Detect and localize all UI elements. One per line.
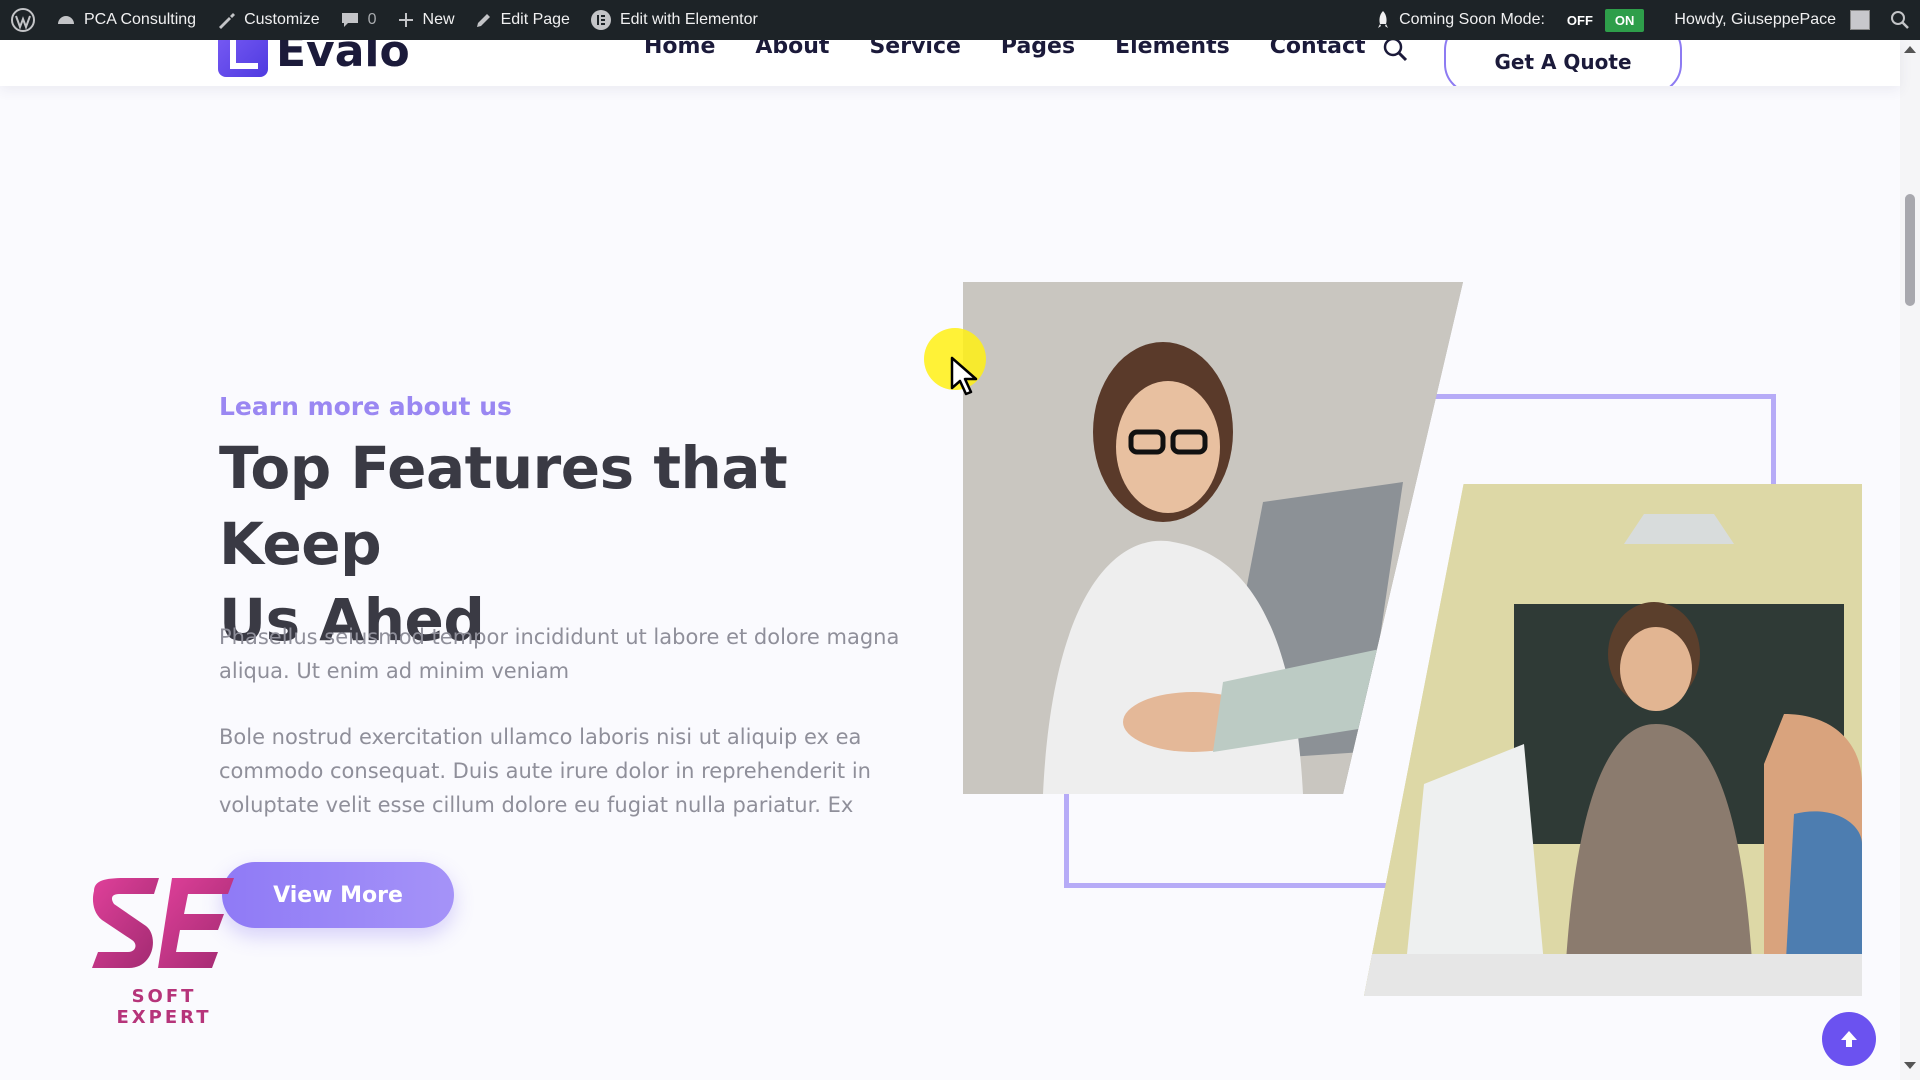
get-quote-button[interactable]: Get A Quote — [1444, 40, 1682, 86]
nav-home[interactable]: Home — [644, 40, 715, 59]
site-logo[interactable]: Evalo — [218, 40, 410, 77]
nav-contact[interactable]: Contact — [1270, 40, 1366, 59]
site-name-label: PCA Consulting — [84, 11, 197, 28]
dashboard-icon — [58, 16, 74, 24]
admin-search[interactable] — [1880, 0, 1920, 40]
scroll-thumb[interactable] — [1905, 194, 1915, 306]
rocket-icon — [1378, 11, 1389, 28]
howdy-label: Howdy, GiuseppePace — [1674, 11, 1836, 28]
scroll-down-arrow[interactable] — [1904, 1062, 1916, 1069]
logo-text: Evalo — [276, 40, 410, 77]
body-paragraph: Bole nostrud exercitation ullamco labori… — [219, 725, 871, 817]
site-header: Evalo Home About Service Pages Elements … — [0, 40, 1900, 86]
coming-soon-label: Coming Soon Mode: — [1399, 11, 1545, 28]
scroll-up-arrow[interactable] — [1904, 46, 1916, 53]
mouse-cursor-icon — [950, 356, 978, 396]
comment-icon — [341, 13, 358, 27]
section-eyebrow: Learn more about us — [219, 392, 512, 421]
edit-elementor-link[interactable]: Edit with Elementor — [580, 0, 768, 40]
account-menu[interactable]: Howdy, GiuseppePace — [1664, 0, 1880, 40]
nav-about[interactable]: About — [755, 40, 829, 59]
search-icon — [1383, 40, 1408, 62]
toggle-on[interactable]: ON — [1604, 8, 1645, 32]
soft-expert-logo-icon — [92, 878, 234, 968]
edit-page-label: Edit Page — [500, 11, 570, 28]
watermark-text: SOFT EXPERT — [116, 986, 212, 1028]
customize-link[interactable]: Customize — [206, 0, 330, 40]
site-name-link[interactable]: PCA Consulting — [46, 0, 206, 40]
page-scrollbar[interactable] — [1900, 40, 1920, 1080]
logo-mark — [218, 40, 268, 77]
wordpress-icon — [11, 8, 35, 32]
search-icon — [1891, 11, 1909, 29]
wordpress-menu[interactable] — [0, 0, 46, 40]
view-more-label: View More — [273, 882, 403, 908]
arrow-up-icon — [1841, 1031, 1857, 1047]
nav-pages[interactable]: Pages — [1001, 40, 1075, 59]
coming-soon-mode[interactable]: Coming Soon Mode: OFF ON — [1365, 0, 1654, 40]
plus-icon — [398, 13, 413, 27]
wp-admin-bar: PCA Consulting Customize 0 New Edit Page… — [0, 0, 1920, 40]
soft-expert-watermark: SOFT EXPERT — [84, 876, 244, 1028]
header-search-button[interactable] — [1382, 40, 1408, 66]
nav-service[interactable]: Service — [869, 40, 960, 59]
get-quote-label: Get A Quote — [1494, 50, 1632, 74]
edit-page-link[interactable]: Edit Page — [465, 0, 580, 40]
pencil-icon — [476, 14, 490, 27]
new-content-link[interactable]: New — [387, 0, 465, 40]
edit-elementor-label: Edit with Elementor — [619, 11, 758, 28]
nav-elements[interactable]: Elements — [1115, 40, 1230, 59]
comments-link[interactable]: 0 — [330, 0, 387, 40]
main-nav: Home About Service Pages Elements Contac… — [644, 40, 1366, 59]
elementor-icon — [590, 10, 611, 30]
intro-paragraph: Phasellus seiusmod tempor incididunt ut … — [219, 625, 900, 683]
toggle-off[interactable]: OFF — [1559, 10, 1601, 31]
new-label: New — [422, 11, 455, 28]
customize-label: Customize — [244, 11, 320, 28]
heading-line-1: Top Features that Keep — [219, 434, 788, 578]
coming-soon-toggle[interactable]: OFF ON — [1559, 8, 1645, 32]
brush-icon — [219, 13, 236, 29]
avatar — [1850, 10, 1870, 30]
comments-count: 0 — [367, 11, 377, 28]
view-more-button[interactable]: View More — [222, 862, 454, 928]
back-to-top-button[interactable] — [1822, 1012, 1876, 1066]
